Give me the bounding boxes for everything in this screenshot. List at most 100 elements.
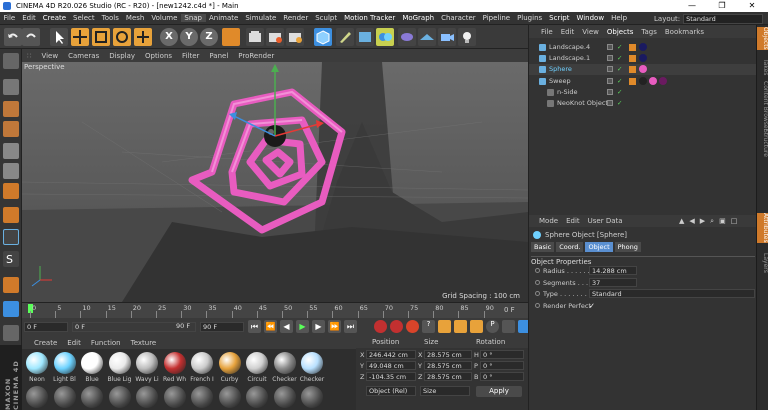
viewport-menu-filter[interactable]: Filter [177,52,204,60]
enable-axis-icon[interactable] [3,207,19,223]
menu-motion-tracker[interactable]: Motion Tracker [341,14,399,22]
material-swatch[interactable] [163,352,186,374]
texture-mode-icon[interactable] [3,101,19,117]
viewport-menu-panel[interactable]: Panel [204,52,233,60]
material-tag-icon[interactable] [649,76,657,85]
object-name[interactable]: Sphere [549,64,572,75]
autokey-icon[interactable] [390,320,403,333]
attribute-tab-phong[interactable]: Phong [614,242,641,252]
objmgr-tab-file[interactable]: File [541,28,553,36]
material-swatch-row2[interactable] [163,386,186,408]
material-swatch-row2[interactable] [273,386,296,408]
render-view-icon[interactable] [246,28,264,46]
right-tab-layers[interactable]: Layers [757,253,768,273]
make-editable-icon[interactable] [3,53,19,69]
visibility-toggle[interactable] [607,88,613,95]
go-to-end-icon[interactable]: ⏭ [344,320,357,333]
visibility-toggle[interactable] [607,77,613,84]
objmgr-tab-view[interactable]: View [582,28,599,36]
visibility-toggle[interactable] [607,55,613,62]
right-tab-objects[interactable]: Objects [757,27,768,50]
menu-mograph[interactable]: MoGraph [399,14,438,22]
material-swatch[interactable] [218,352,241,374]
viewport-menu-grip[interactable]: ∷ [22,52,36,60]
tag-icon[interactable] [629,44,636,51]
attribute-menu-edit[interactable]: Edit [566,217,580,225]
property-anim-dot[interactable] [535,291,540,296]
3d-viewport[interactable]: Perspective Grid Spacing : 100 cm [22,62,528,302]
menu-script[interactable]: Script [546,14,573,22]
object-name[interactable]: n-Side [557,87,578,98]
property-anim-dot[interactable] [535,268,540,273]
attribute-tab-coord[interactable]: Coord. [556,242,584,252]
material-tag-icon[interactable] [639,43,647,51]
prev-key-icon[interactable]: ⏪ [264,320,277,333]
maximize-button[interactable]: ❐ [707,0,737,12]
object-name[interactable]: Landscape.1 [549,53,590,64]
menu-help[interactable]: Help [608,14,631,22]
menu-sculpt[interactable]: Sculpt [312,14,341,22]
array-icon[interactable] [376,28,394,46]
deformer-icon[interactable] [398,28,416,46]
start-frame-field[interactable]: 0 F [24,322,68,332]
object-row[interactable]: NeoKnot Object ✓ [529,98,757,109]
search-icon[interactable]: ⌕ [710,217,714,226]
menu-window[interactable]: Window [573,14,608,22]
material-swatch[interactable] [108,352,131,374]
size-mode-dropdown[interactable]: Size [420,386,470,396]
viewport-menu-display[interactable]: Display [104,52,140,60]
menu-volume[interactable]: Volume [148,14,181,22]
viewport-menu-view[interactable]: View [36,52,63,60]
tag-icon[interactable] [629,66,636,74]
material-label[interactable]: French I [189,376,215,383]
size-field[interactable]: 28.575 cm [424,361,472,370]
material-swatch-row2[interactable] [246,386,268,408]
material-label[interactable]: Blue Lig [107,376,133,383]
menu-tools[interactable]: Tools [98,14,122,22]
material-label[interactable]: Wavy Li [134,376,160,383]
attribute-menu-user-data[interactable]: User Data [588,217,623,225]
undo-icon[interactable] [4,28,22,46]
material-swatch-row2[interactable] [26,386,48,408]
material-swatch-row2[interactable] [53,386,76,408]
render-picture-viewer-icon[interactable] [266,28,284,46]
objmgr-tab-objects[interactable]: Objects [607,28,633,36]
objmgr-tab-bookmarks[interactable]: Bookmarks [665,28,704,36]
menu-create[interactable]: Create [39,14,69,22]
recent-tool-icon[interactable] [134,28,152,46]
z-axis-lock-icon[interactable]: Z [200,28,218,46]
material-swatch[interactable] [136,352,158,374]
new-panel-icon[interactable]: □ [731,217,738,226]
pla-key-icon[interactable] [502,320,515,333]
preview-end-field[interactable]: 90 F [200,322,244,332]
camera-icon[interactable] [438,28,456,46]
viewport-menu-cameras[interactable]: Cameras [63,52,104,60]
menu-simulate[interactable]: Simulate [242,14,280,22]
timeline[interactable]: 0 5 10 15 20 25 30 35 40 45 50 55 60 65 70 75 80 85 90 0 F [22,302,528,318]
edges-mode-icon[interactable] [3,163,19,179]
model-mode-icon[interactable] [3,79,19,95]
scale-tool-icon[interactable] [92,28,110,46]
right-tab-structure[interactable]: Structure [757,129,768,157]
viewport-menu-prorender[interactable]: ProRender [233,52,279,60]
material-swatch-row2[interactable] [301,386,323,408]
coordinate-system-icon[interactable] [222,28,240,46]
close-button[interactable]: ✕ [737,0,767,12]
attribute-tab-basic[interactable]: Basic [531,242,555,252]
size-field[interactable]: 28.575 cm [424,350,472,359]
enable-check-icon[interactable]: ✓ [617,87,622,98]
enable-check-icon[interactable]: ✓ [617,53,622,64]
object-row[interactable]: Sphere ✓ [529,64,757,76]
back-icon[interactable]: ◀ [689,217,694,226]
rotate-tool-icon[interactable] [113,28,131,46]
move-tool-icon[interactable] [71,28,89,46]
menu-mesh[interactable]: Mesh [122,14,147,22]
cube-icon[interactable] [314,28,332,46]
material-swatch[interactable] [273,352,296,374]
menu-pipeline[interactable]: Pipeline [479,14,513,22]
material-swatch[interactable] [81,352,103,374]
position-field[interactable]: 49.048 cm [366,361,416,370]
material-tag-icon[interactable] [639,65,647,74]
property-anim-dot[interactable] [535,302,540,308]
right-tab-content-browser[interactable]: Content Browser [757,81,768,131]
